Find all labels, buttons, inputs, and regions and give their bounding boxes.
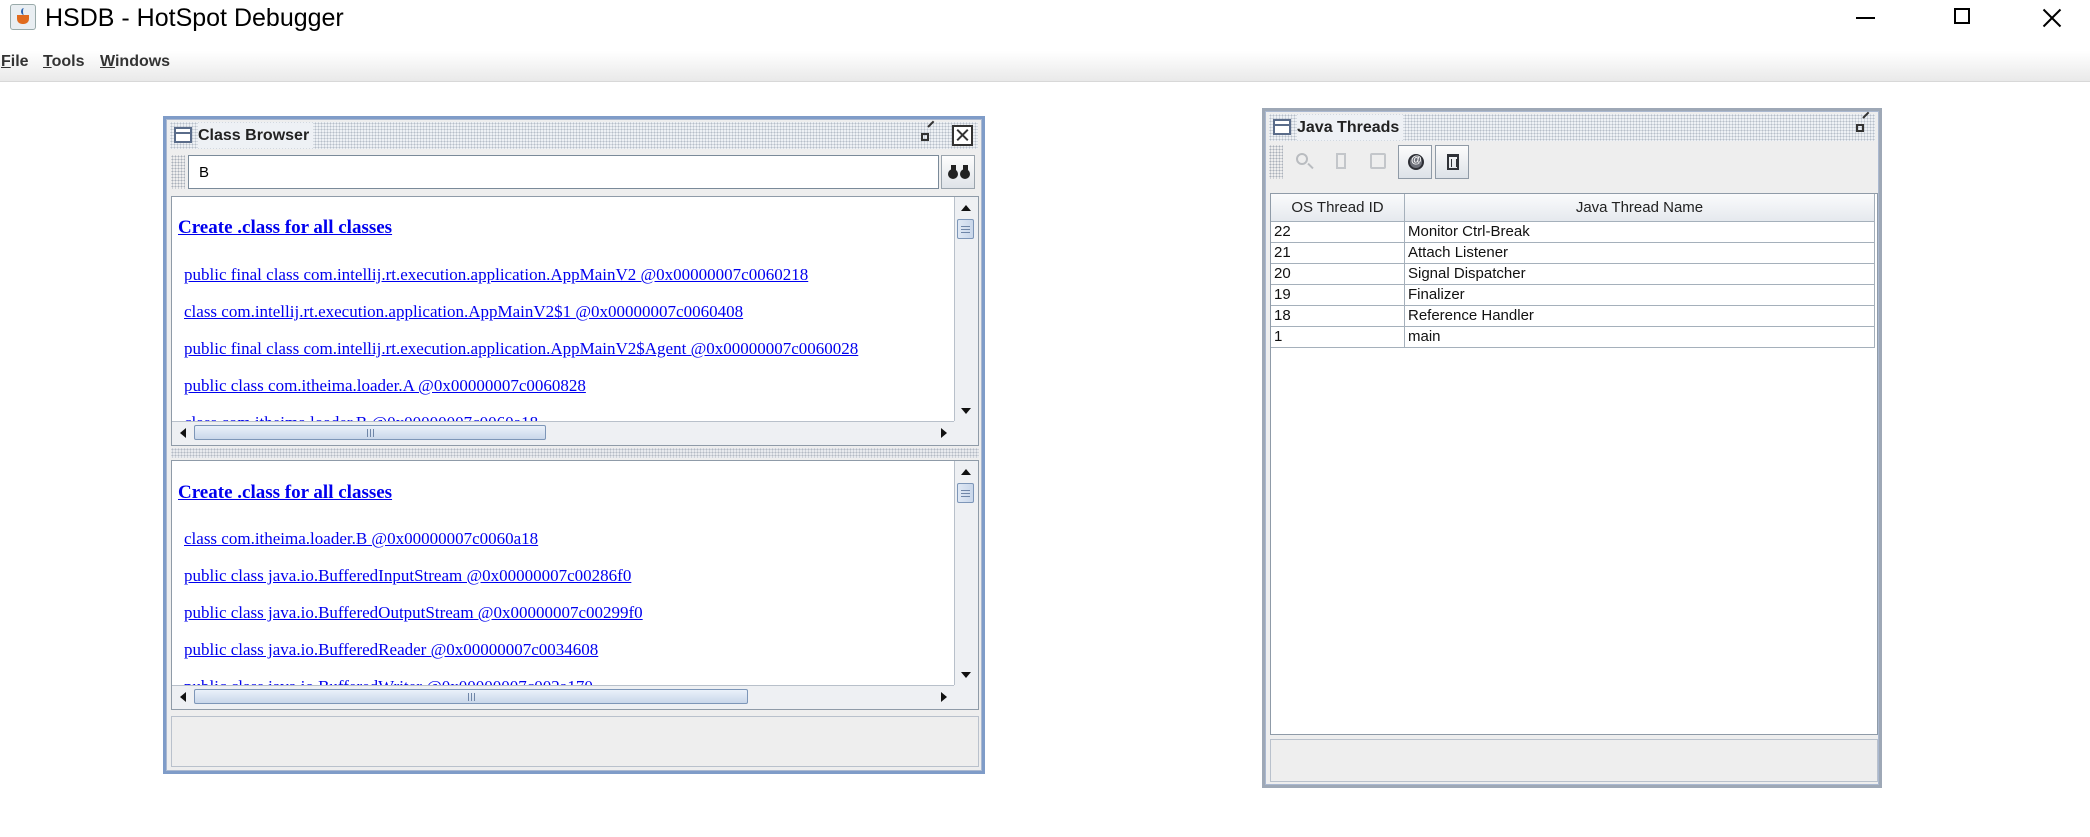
thread-id-cell[interactable]: 18: [1271, 306, 1405, 327]
horizontal-scrollbar[interactable]: [172, 421, 954, 445]
class-list-pane-bottom[interactable]: Create .class for all classes class com.…: [171, 460, 979, 710]
scroll-thumb[interactable]: [194, 425, 546, 440]
class-link[interactable]: class com.itheima.loader.B @0x00000007c0…: [184, 529, 538, 549]
menu-bar: File Tools Windows: [0, 51, 2090, 82]
maximize-button[interactable]: [1910, 0, 2005, 37]
stack-memory-icon: [1336, 153, 1346, 169]
restore-frame-icon[interactable]: [1853, 115, 1874, 136]
thread-id-cell[interactable]: 20: [1271, 264, 1405, 285]
horizontal-scrollbar[interactable]: [172, 685, 954, 709]
stack-memory-button[interactable]: [1324, 145, 1358, 179]
vertical-scrollbar[interactable]: [954, 197, 978, 421]
java-threads-frame[interactable]: Java Threads OS Thread ID Java Thread Na…: [1262, 108, 1882, 788]
scroll-thumb[interactable]: [957, 483, 974, 503]
scroll-left-arrow-icon[interactable]: [172, 686, 194, 708]
minimize-button[interactable]: [1817, 0, 1910, 37]
column-header-java-thread-name[interactable]: Java Thread Name: [1405, 194, 1875, 222]
thread-info-button[interactable]: [1398, 145, 1432, 179]
thread-name-cell[interactable]: Reference Handler: [1405, 306, 1875, 327]
menu-file[interactable]: File: [1, 51, 29, 73]
scroll-thumb[interactable]: [957, 219, 974, 239]
class-link[interactable]: public final class com.intellij.rt.execu…: [184, 339, 858, 359]
class-link[interactable]: public class java.io.BufferedInputStream…: [184, 566, 631, 586]
window-title-bar: HSDB - HotSpot Debugger: [0, 0, 2090, 37]
java-threads-title-bar[interactable]: Java Threads: [1269, 114, 1875, 141]
thread-name-cell[interactable]: Monitor Ctrl-Break: [1405, 222, 1875, 243]
class-search-input[interactable]: [188, 155, 939, 189]
toolbar-grip[interactable]: [171, 155, 185, 189]
inspect-thread-icon: [1296, 153, 1308, 165]
scroll-left-arrow-icon[interactable]: [172, 422, 194, 444]
class-link[interactable]: public class java.io.BufferedWriter @0x0…: [184, 677, 593, 685]
java-app-icon: [10, 4, 36, 30]
scroll-right-arrow-icon[interactable]: [932, 686, 954, 708]
class-browser-title-bar[interactable]: Class Browser: [170, 122, 978, 149]
toolbar-grip[interactable]: [1269, 145, 1283, 179]
close-window-button[interactable]: [2005, 0, 2090, 37]
inspect-thread-button[interactable]: [1287, 145, 1321, 179]
find-class-button[interactable]: [941, 155, 975, 189]
split-pane-divider[interactable]: [171, 448, 979, 458]
class-link[interactable]: class com.intellij.rt.execution.applicat…: [184, 302, 743, 322]
menu-tools[interactable]: Tools: [43, 51, 84, 73]
menu-windows[interactable]: Windows: [100, 51, 170, 73]
restore-frame-icon[interactable]: [918, 124, 939, 145]
scroll-down-arrow-icon[interactable]: [955, 399, 977, 421]
class-link[interactable]: public class java.io.BufferedReader @0x0…: [184, 640, 598, 660]
scroll-corner: [954, 685, 978, 709]
class-browser-title: Class Browser: [198, 123, 314, 148]
vertical-scrollbar[interactable]: [954, 461, 978, 685]
class-link[interactable]: public class com.itheima.loader.A @0x000…: [184, 376, 586, 396]
java-threads-status-area: [1270, 739, 1878, 782]
binoculars-icon: [947, 165, 971, 181]
scroll-up-arrow-icon[interactable]: [955, 461, 977, 483]
class-link[interactable]: public final class com.intellij.rt.execu…: [184, 265, 808, 285]
show-stack-trace-icon: [1370, 153, 1386, 169]
class-list-pane-top[interactable]: Create .class for all classes public fin…: [171, 196, 979, 446]
find-crashes-icon: [1447, 154, 1459, 170]
desktop-pane: Class Browser Create .class for all clas…: [0, 82, 2090, 837]
class-link[interactable]: class com.itheima.loader.B @0x00000007c0…: [184, 413, 538, 421]
scroll-up-arrow-icon[interactable]: [955, 197, 977, 219]
frame-icon: [174, 127, 192, 143]
thread-id-cell[interactable]: 19: [1271, 285, 1405, 306]
thread-id-cell[interactable]: 21: [1271, 243, 1405, 264]
create-class-files-link[interactable]: Create .class for all classes: [178, 482, 392, 504]
scroll-down-arrow-icon[interactable]: [955, 663, 977, 685]
threads-table[interactable]: OS Thread ID Java Thread Name 22 Monitor…: [1270, 193, 1878, 735]
class-browser-status-area: [171, 716, 979, 767]
thread-id-cell[interactable]: 22: [1271, 222, 1405, 243]
window-title: HSDB - HotSpot Debugger: [45, 4, 344, 32]
threads-toolbar: [1269, 143, 1875, 181]
close-frame-icon[interactable]: [952, 125, 973, 146]
thread-name-cell[interactable]: Attach Listener: [1405, 243, 1875, 264]
java-threads-title: Java Threads: [1297, 115, 1404, 140]
thread-name-cell[interactable]: main: [1405, 327, 1875, 348]
find-crashes-button[interactable]: [1435, 145, 1469, 179]
thread-id-cell[interactable]: 1: [1271, 327, 1405, 348]
scroll-thumb[interactable]: [194, 689, 748, 704]
class-link[interactable]: public class java.io.BufferedOutputStrea…: [184, 603, 643, 623]
frame-icon: [1273, 119, 1291, 135]
scroll-right-arrow-icon[interactable]: [932, 422, 954, 444]
thread-info-icon: [1408, 154, 1424, 170]
column-header-os-thread-id[interactable]: OS Thread ID: [1271, 194, 1405, 222]
thread-name-cell[interactable]: Signal Dispatcher: [1405, 264, 1875, 285]
show-stack-trace-button[interactable]: [1361, 145, 1395, 179]
thread-name-cell[interactable]: Finalizer: [1405, 285, 1875, 306]
create-class-files-link[interactable]: Create .class for all classes: [178, 217, 392, 239]
class-browser-frame[interactable]: Class Browser Create .class for all clas…: [163, 116, 985, 774]
scroll-corner: [954, 421, 978, 445]
